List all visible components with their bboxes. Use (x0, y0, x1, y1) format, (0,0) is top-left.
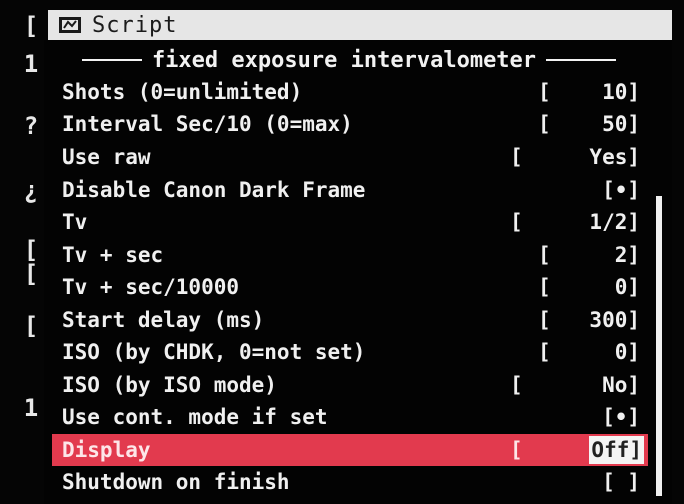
edge-glyph: 1 (23, 50, 39, 78)
edge-glyph: 1 (23, 394, 39, 422)
edge-glyph: ¿ (23, 176, 39, 204)
title-bar: Script (48, 10, 672, 40)
heading-rule (81, 59, 142, 61)
menu-row-value[interactable]: 10] (602, 76, 640, 108)
heading-rule (546, 59, 617, 61)
value-bracket: [ (538, 80, 551, 104)
menu-row-label: Shutdown on finish (62, 470, 290, 494)
edge-glyph: [ (23, 236, 39, 264)
menu-row-label: Tv (62, 210, 88, 234)
menu-row-tv-sec-10000[interactable]: Tv + sec/10000 [0] (52, 271, 648, 303)
edge-glyph: [ (23, 12, 39, 40)
menu-row-value[interactable]: 0] (615, 271, 640, 303)
menu-row-value[interactable]: 2] (615, 239, 640, 271)
window-title: Script (92, 12, 178, 38)
menu-row-value[interactable]: [ ] (602, 466, 640, 498)
menu-row-value[interactable]: 1/2] (589, 206, 640, 238)
menu-row-use-raw[interactable]: Use raw [ Yes] (52, 141, 648, 173)
menu-row-label: Start delay (ms) (62, 308, 265, 332)
menu-row-tv[interactable]: Tv [1/2] (52, 206, 648, 238)
menu-row-tv-sec[interactable]: Tv + sec [2] (52, 239, 648, 271)
menu-row-value[interactable]: No] (602, 369, 640, 401)
menu-row-value[interactable]: [•] (602, 174, 640, 206)
camera-screen: [ 1 ? ¿ [ [ [ 1 Script fixed exposure in… (0, 0, 684, 504)
menu-row-start-delay[interactable]: Start delay (ms) [300] (52, 304, 648, 336)
value-bracket: [ (510, 210, 523, 234)
value-bracket: [ (538, 112, 551, 136)
menu-row-iso-mode[interactable]: ISO (by ISO mode) [ No] (52, 369, 648, 401)
value-bracket: [ (510, 373, 523, 397)
menu-row-label: ISO (by CHDK, 0=not set) (62, 340, 366, 364)
menu-row-value[interactable]: 300] (589, 304, 640, 336)
menu-row-cont-mode[interactable]: Use cont. mode if set [•] (52, 401, 648, 433)
menu-row-iso-chdk[interactable]: ISO (by CHDK, 0=not set) [0] (52, 336, 648, 368)
menu-row-label: Use raw (62, 145, 151, 169)
menu-row-label: ISO (by ISO mode) (62, 373, 277, 397)
menu-row-value[interactable]: Off] (589, 436, 644, 464)
value-bracket: [ (510, 438, 523, 462)
script-menu: fixed exposure intervalometer Shots (0=u… (44, 40, 672, 504)
edge-glyph: ? (23, 112, 39, 140)
section-heading: fixed exposure intervalometer (44, 44, 654, 76)
menu-row-value[interactable]: [•] (602, 401, 640, 433)
menu-row-shutdown[interactable]: Shutdown on finish [ ] (52, 466, 648, 498)
script-icon (58, 15, 82, 35)
edge-glyph: [ (23, 260, 39, 288)
menu-row-disable-dark-frame[interactable]: Disable Canon Dark Frame [•] (52, 174, 648, 206)
menu-row-label: Tv + sec (62, 243, 164, 267)
menu-row-display[interactable]: Display [ Off] (52, 434, 648, 466)
menu-row-value[interactable]: Yes] (589, 141, 640, 173)
value-bracket: [ (538, 308, 551, 332)
heading-text: fixed exposure intervalometer (151, 47, 537, 73)
edge-glyph: [ (23, 312, 39, 340)
value-bracket: [ (538, 243, 551, 267)
menu-row-interval[interactable]: Interval Sec/10 (0=max) [50] (52, 108, 648, 140)
value-bracket: [ (510, 145, 523, 169)
value-bracket: [ (538, 275, 551, 299)
menu-row-label: Disable Canon Dark Frame (62, 178, 366, 202)
value-bracket: [ (538, 340, 551, 364)
menu-row-label: Shots (0=unlimited) (62, 80, 303, 104)
menu-row-label: Use cont. mode if set (62, 405, 328, 429)
scrollbar[interactable] (656, 196, 662, 496)
menu-row-label: Interval Sec/10 (0=max) (62, 112, 353, 136)
menu-row-label: Tv + sec/10000 (62, 275, 240, 299)
menu-row-label: Display (62, 438, 151, 462)
menu-row-value[interactable]: 50] (602, 108, 640, 140)
background-menu-edge: [ 1 ? ¿ [ [ [ 1 (0, 0, 44, 504)
menu-row-value[interactable]: 0] (615, 336, 640, 368)
menu-row-shots[interactable]: Shots (0=unlimited) [10] (52, 76, 648, 108)
